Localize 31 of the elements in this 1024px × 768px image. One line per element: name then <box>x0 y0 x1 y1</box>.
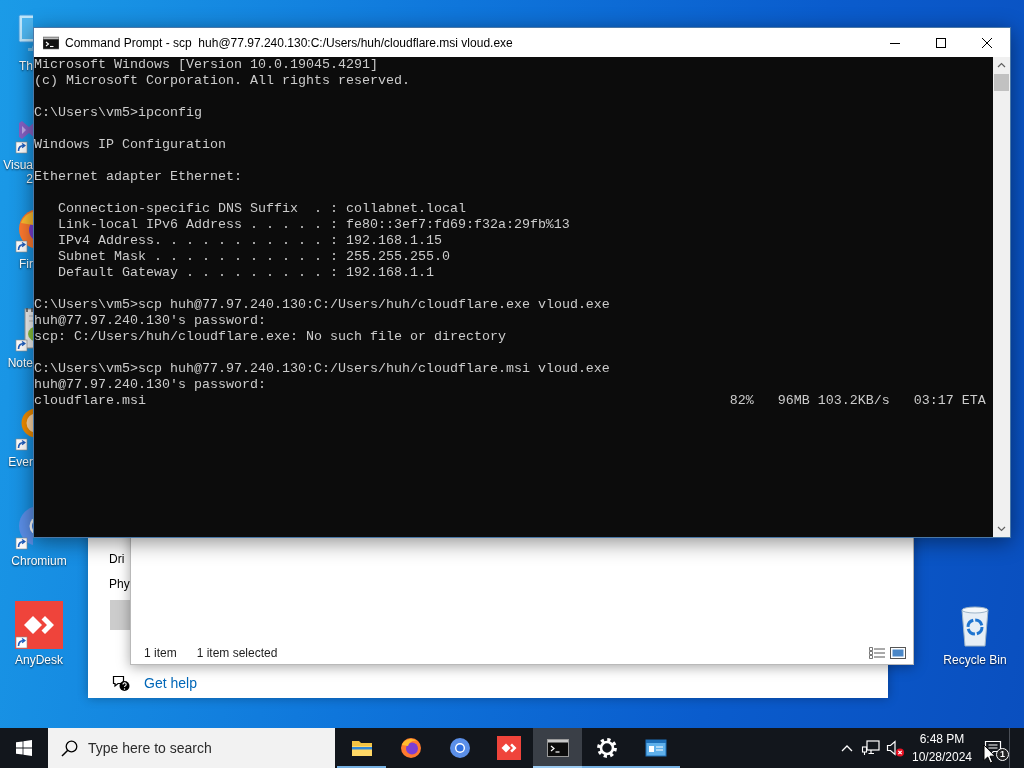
terminal-line: C:\Users\vm5>scp huh@77.97.240.130:C:/Users/huh/cloudflare.exe vloud.exe <box>34 297 610 313</box>
transfer-stats: 82% 96MB 103.2KB/s 03:17 ETA <box>729 393 986 409</box>
terminal-line: Subnet Mask . . . . . . . . . . . : 255.255.255.0 <box>58 249 450 265</box>
desktop-icon-label: Fir <box>18 257 33 271</box>
desktop-icon-label: Visua 2 <box>2 158 33 186</box>
setting-label: Dri <box>109 551 125 568</box>
desktop-icon-label: Recycle Bin <box>943 653 1007 667</box>
terminal-line: Default Gateway . . . . . . . . . : 192.168.1.1 <box>58 265 434 281</box>
terminal-line: Link-local IPv6 Address . . . . . : fe80::3ef7:fd69:f32a:29fb%13 <box>58 217 570 233</box>
item-count: 1 item <box>144 646 177 660</box>
terminal-line: Windows IP Configuration <box>34 137 226 153</box>
terminal-line: huh@77.97.240.130's password: <box>34 313 266 329</box>
file-name: cloudflare.msi <box>34 393 146 409</box>
setting-label: Phy <box>109 576 130 593</box>
terminal-line: Connection-specific DNS Suffix . : collabnet.local <box>58 201 466 217</box>
desktop-icon-label: Chromium <box>11 554 67 568</box>
terminal-line: huh@77.97.240.130's password: <box>34 377 266 393</box>
terminal-line: Ethernet adapter Ethernet: <box>34 169 242 185</box>
terminal-line: Microsoft Windows [Version 10.0.19045.4291] <box>34 57 378 73</box>
window-title: Command Prompt - scp huh@77.97.240.130:C:/Users/huh/cloudflare.msi vloud.exe <box>65 35 513 50</box>
terminal-line: C:\Users\vm5>scp huh@77.97.240.130:C:/Users/huh/cloudflare.msi vloud.exe <box>34 361 610 377</box>
terminal-line: scp: C:/Users/huh/cloudflare.exe: No such file or directory <box>34 329 506 345</box>
terminal-line: C:\Users\vm5>ipconfig <box>34 105 202 121</box>
notification-count: 1 <box>996 748 1009 761</box>
terminal-line: (c) Microsoft Corporation. All rights reserved. <box>34 73 410 89</box>
terminal-line: IPv4 Address. . . . . . . . . . . : 192.168.1.15 <box>58 233 442 249</box>
desktop-icon-label: AnyDesk <box>15 653 63 667</box>
desktop-icon-label: Ever <box>7 455 33 469</box>
desktop-icon-label: Note <box>6 356 33 370</box>
selection-count: 1 item selected <box>196 646 278 660</box>
desktop-icon-label: Th <box>18 59 33 73</box>
